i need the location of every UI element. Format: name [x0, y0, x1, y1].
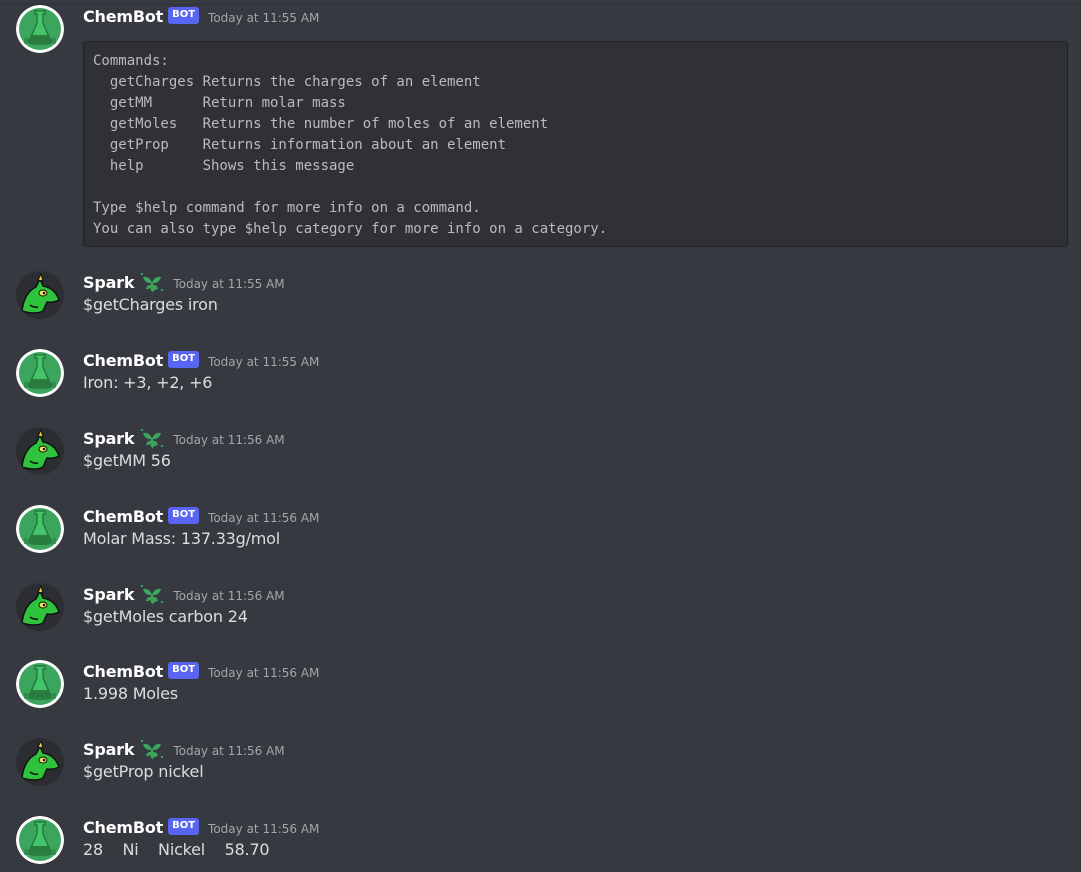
- flask-icon: [16, 816, 64, 864]
- message-header: ChemBot BOT Today at 11:55 AM: [83, 5, 319, 27]
- message-content: $getProp nickel: [83, 762, 204, 781]
- flask-icon: [16, 660, 64, 708]
- message-content: $getMoles carbon 24: [83, 607, 248, 626]
- message-header: ChemBot BOT Today at 11:56 AM: [83, 660, 319, 682]
- avatar[interactable]: [16, 660, 64, 708]
- dragon-icon: [16, 583, 64, 631]
- message-content: $getMM 56: [83, 451, 171, 470]
- avatar[interactable]: [16, 5, 64, 53]
- sprout-icon[interactable]: [140, 738, 164, 760]
- message-content: 1.998 Moles: [83, 684, 178, 703]
- timestamp[interactable]: Today at 11:56 AM: [208, 822, 319, 836]
- message-header: Spark Today at 11:55 AM: [83, 271, 285, 293]
- avatar[interactable]: [16, 738, 64, 786]
- chat-messages: ChemBot BOT Today at 11:55 AM Commands: …: [0, 0, 1081, 872]
- message-header: ChemBot BOT Today at 11:56 AM: [83, 816, 319, 838]
- timestamp[interactable]: Today at 11:55 AM: [208, 11, 319, 25]
- bot-tag: BOT: [168, 661, 200, 679]
- message-header: Spark Today at 11:56 AM: [83, 583, 285, 605]
- avatar[interactable]: [16, 271, 64, 319]
- bot-tag: BOT: [168, 350, 200, 368]
- username[interactable]: Spark: [83, 740, 135, 759]
- message-content: Iron: +3, +2, +6: [83, 373, 213, 392]
- flask-icon: [16, 505, 64, 553]
- timestamp[interactable]: Today at 11:56 AM: [173, 433, 284, 447]
- message-header: ChemBot BOT Today at 11:56 AM: [83, 505, 319, 527]
- message-header: ChemBot BOT Today at 11:55 AM: [83, 349, 319, 371]
- dragon-icon: [16, 738, 64, 786]
- sprout-icon[interactable]: [140, 427, 164, 449]
- username[interactable]: Spark: [83, 429, 135, 448]
- avatar[interactable]: [16, 427, 64, 475]
- sprout-icon[interactable]: [140, 583, 164, 605]
- message-content: Molar Mass: 137.33g/mol: [83, 529, 281, 548]
- username[interactable]: ChemBot: [83, 662, 163, 681]
- avatar[interactable]: [16, 816, 64, 864]
- flask-icon: [16, 5, 64, 53]
- timestamp[interactable]: Today at 11:56 AM: [208, 666, 319, 680]
- message-header: Spark Today at 11:56 AM: [83, 427, 285, 449]
- avatar[interactable]: [16, 505, 64, 553]
- username[interactable]: Spark: [83, 273, 135, 292]
- bot-tag: BOT: [168, 6, 200, 24]
- dragon-icon: [16, 271, 64, 319]
- username[interactable]: ChemBot: [83, 7, 163, 26]
- flask-icon: [16, 349, 64, 397]
- timestamp[interactable]: Today at 11:55 AM: [208, 355, 319, 369]
- message-header: Spark Today at 11:56 AM: [83, 738, 285, 760]
- bot-tag: BOT: [168, 506, 200, 524]
- timestamp[interactable]: Today at 11:56 AM: [208, 511, 319, 525]
- username[interactable]: Spark: [83, 585, 135, 604]
- bot-tag: BOT: [168, 817, 200, 835]
- message-content: 28 Ni Nickel 58.70: [83, 840, 270, 859]
- timestamp[interactable]: Today at 11:55 AM: [173, 277, 284, 291]
- message-content: $getCharges iron: [83, 295, 218, 314]
- timestamp[interactable]: Today at 11:56 AM: [173, 589, 284, 603]
- username[interactable]: ChemBot: [83, 507, 163, 526]
- avatar[interactable]: [16, 349, 64, 397]
- dragon-icon: [16, 427, 64, 475]
- code-block: Commands: getCharges Returns the charges…: [83, 41, 1068, 247]
- username[interactable]: ChemBot: [83, 818, 163, 837]
- timestamp[interactable]: Today at 11:56 AM: [173, 744, 284, 758]
- avatar[interactable]: [16, 583, 64, 631]
- sprout-icon[interactable]: [140, 271, 164, 293]
- username[interactable]: ChemBot: [83, 351, 163, 370]
